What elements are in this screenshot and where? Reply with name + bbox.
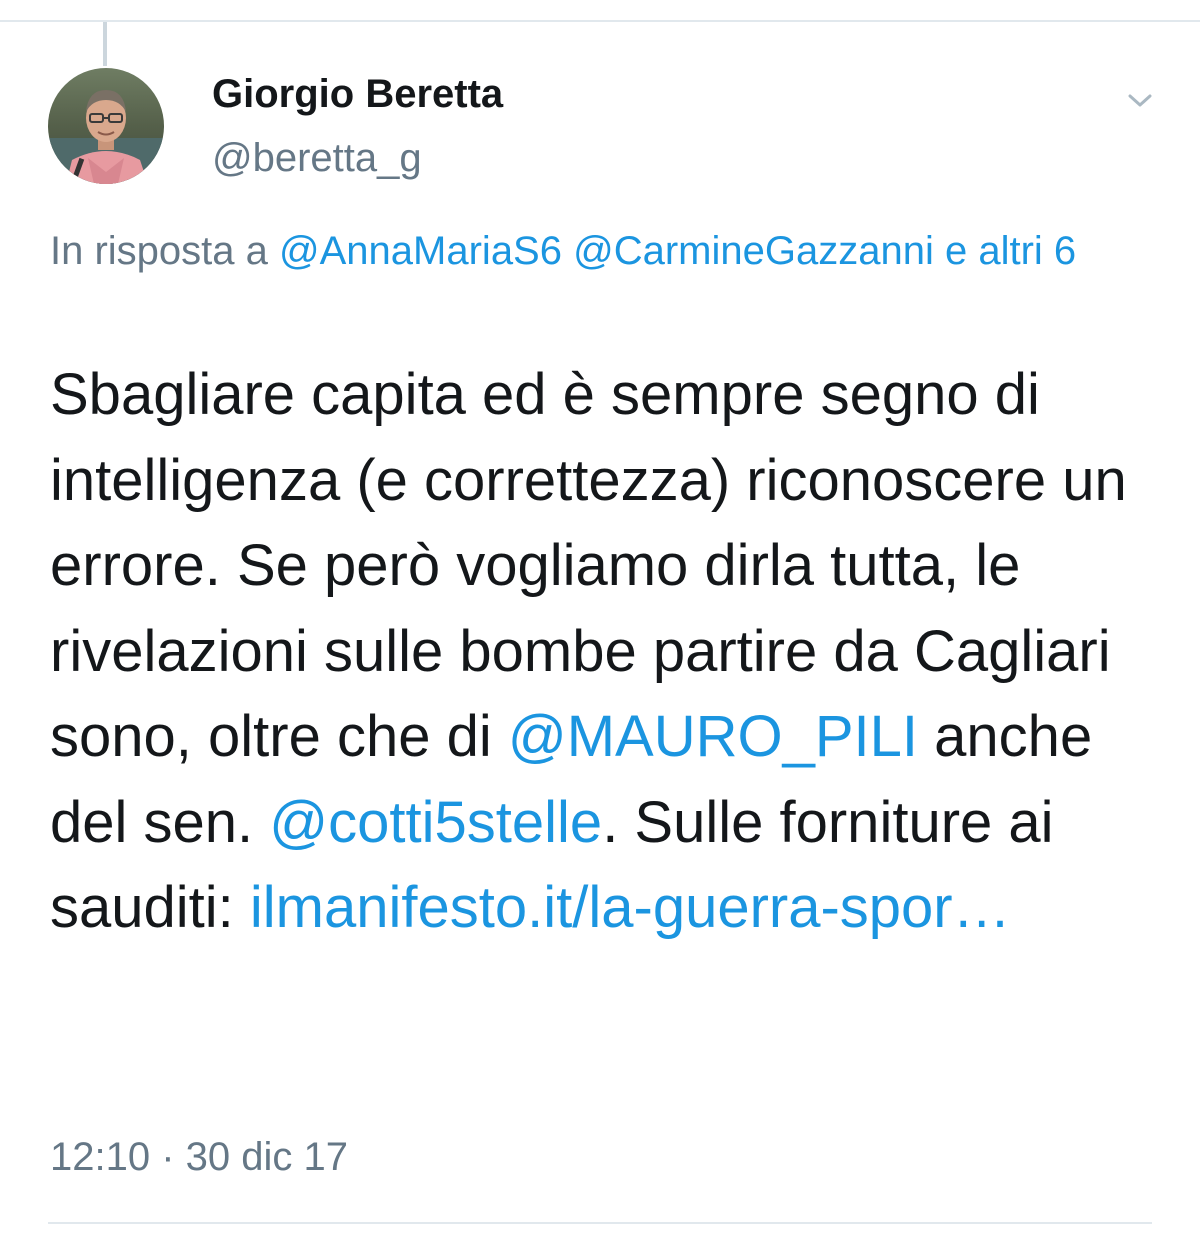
tweet-body: Sbagliare capita ed è sempre segno di in…: [50, 352, 1160, 951]
author-name[interactable]: Giorgio Beretta: [212, 72, 503, 117]
tweet-url-link[interactable]: ilmanifesto.it/la-guerra-spor…: [250, 875, 1011, 940]
avatar-photo-icon: [48, 68, 164, 184]
bottom-divider: [48, 1222, 1152, 1224]
author-avatar[interactable]: [48, 68, 164, 184]
reply-mention-carminegazzanni[interactable]: @CarmineGazzanni: [573, 229, 934, 273]
author-handle[interactable]: @beretta_g: [212, 136, 422, 181]
chevron-down-icon: [1128, 94, 1152, 107]
reply-mention-annamarias6[interactable]: @AnnaMariaS6: [279, 229, 562, 273]
reply-others-link[interactable]: e altri 6: [945, 229, 1076, 273]
reply-context: In risposta a @AnnaMariaS6 @CarmineGazza…: [50, 222, 1160, 280]
reply-prefix: In risposta a: [50, 229, 268, 273]
top-divider: [0, 20, 1200, 22]
thread-connector-line: [103, 22, 107, 66]
tweet-mention-cotti5stelle[interactable]: @cotti5stelle: [269, 790, 602, 855]
tweet-timestamp[interactable]: 12:10 · 30 dic 17: [50, 1135, 348, 1180]
tweet-mention-mauro-pili[interactable]: @MAURO_PILI: [508, 704, 918, 769]
tweet-menu-button[interactable]: [1120, 84, 1160, 116]
